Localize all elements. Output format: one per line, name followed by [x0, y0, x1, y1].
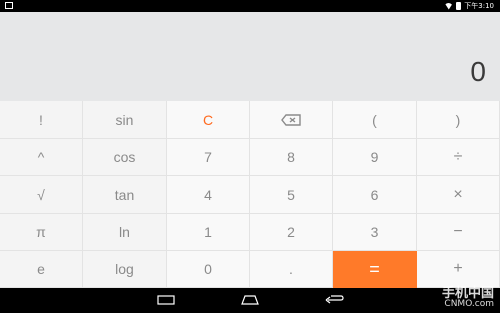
plus-key[interactable]: + [417, 251, 500, 288]
recent-apps-button[interactable] [156, 294, 176, 306]
digit-7-key[interactable]: 7 [167, 139, 250, 176]
backspace-icon [281, 113, 301, 126]
watermark-line2: CNMO.com [444, 299, 494, 309]
home-button[interactable] [240, 294, 260, 306]
backspace-key[interactable] [250, 101, 333, 139]
equals-key[interactable]: = [333, 251, 417, 288]
power-key[interactable]: ^ [0, 139, 83, 176]
navigation-bar [0, 288, 500, 313]
clear-key[interactable]: C [167, 101, 250, 139]
divide-key[interactable]: ÷ [417, 139, 500, 176]
ln-key[interactable]: ln [83, 214, 167, 251]
digit-9-key[interactable]: 9 [333, 139, 417, 176]
factorial-key[interactable]: ! [0, 101, 83, 139]
home-icon [241, 295, 259, 305]
battery-icon [456, 2, 462, 10]
wifi-icon [444, 2, 454, 10]
digit-0-key[interactable]: 0 [167, 251, 250, 288]
notification-icon [5, 2, 13, 9]
sqrt-key[interactable]: √ [0, 176, 83, 214]
multiply-key[interactable]: × [417, 176, 500, 214]
clock: 下午3:10 [464, 2, 494, 10]
cos-key[interactable]: cos [83, 139, 167, 176]
log-key[interactable]: log [83, 251, 167, 288]
keypad: ! sin C ( ) ^ cos 7 8 9 ÷ √ tan 4 5 6 × … [0, 101, 500, 288]
digit-3-key[interactable]: 3 [333, 214, 417, 251]
digit-6-key[interactable]: 6 [333, 176, 417, 214]
digit-5-key[interactable]: 5 [250, 176, 333, 214]
back-icon [325, 295, 344, 304]
back-button[interactable] [323, 294, 345, 306]
minus-key[interactable]: − [417, 214, 500, 251]
status-bar: 下午3:10 [0, 0, 500, 12]
decimal-key[interactable]: . [250, 251, 333, 288]
digit-4-key[interactable]: 4 [167, 176, 250, 214]
e-key[interactable]: e [0, 251, 83, 288]
tan-key[interactable]: tan [83, 176, 167, 214]
watermark-line1: 手机中国 [441, 286, 494, 301]
calculator-display: 0 [0, 12, 500, 101]
open-paren-key[interactable]: ( [333, 101, 417, 139]
result-value: 0 [470, 56, 486, 87]
sin-key[interactable]: sin [83, 101, 167, 139]
close-paren-key[interactable]: ) [417, 101, 500, 139]
digit-8-key[interactable]: 8 [250, 139, 333, 176]
recent-apps-icon [157, 295, 175, 305]
digit-2-key[interactable]: 2 [250, 214, 333, 251]
watermark: 手机中国 CNMO.com [441, 286, 494, 310]
pi-key[interactable]: π [0, 214, 83, 251]
digit-1-key[interactable]: 1 [167, 214, 250, 251]
